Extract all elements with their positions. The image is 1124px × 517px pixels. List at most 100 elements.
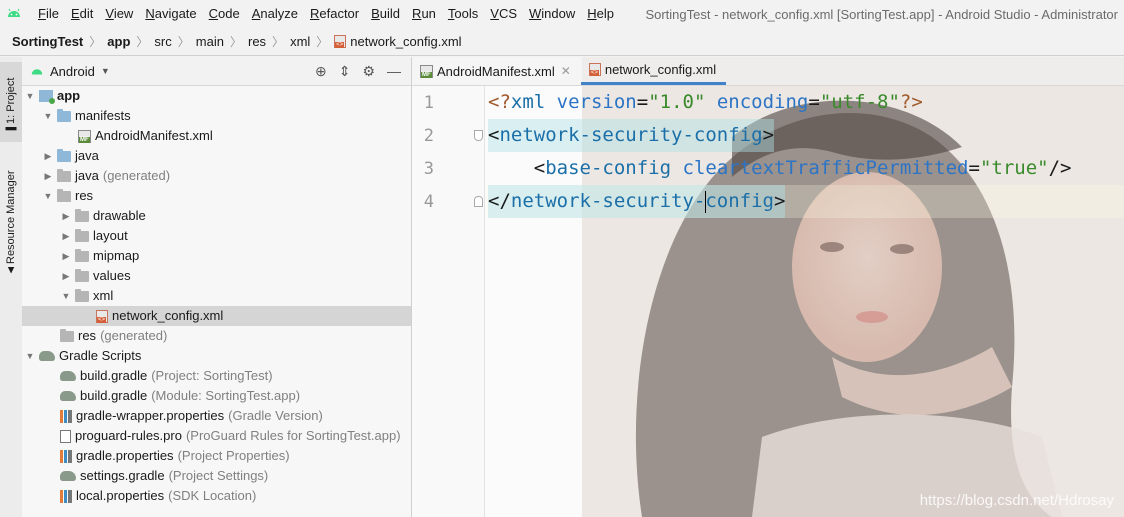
code-token: version bbox=[556, 91, 637, 113]
folder-icon bbox=[75, 248, 89, 262]
collapse-all-icon[interactable]: ⇕ bbox=[339, 63, 351, 80]
expanded-arrow-icon[interactable]: ▼ bbox=[42, 106, 54, 126]
tree-label: local.properties bbox=[76, 488, 165, 503]
tree-item-res-generated[interactable]: res (generated) bbox=[22, 326, 411, 346]
menu-window[interactable]: Window bbox=[523, 0, 581, 28]
tree-label: res bbox=[75, 188, 94, 203]
menu-build[interactable]: Build bbox=[365, 0, 406, 28]
manifest-file-icon bbox=[78, 129, 91, 143]
android-studio-icon bbox=[8, 8, 20, 17]
tree-label: mipmap bbox=[93, 248, 140, 263]
tree-label: network_config.xml bbox=[112, 308, 224, 323]
collapsed-arrow-icon[interactable]: ▶ bbox=[42, 166, 54, 186]
breadcrumb-separator-icon: 〉 bbox=[272, 35, 285, 49]
project-panel: Android ▼ ⊕ ⇕ ⚙ — ▼ app ▼ manifests Andr… bbox=[22, 57, 412, 517]
gradle-icon bbox=[39, 351, 55, 361]
minimize-icon[interactable]: — bbox=[387, 63, 401, 79]
collapsed-arrow-icon[interactable]: ▶ bbox=[60, 246, 72, 266]
menu-code[interactable]: Code bbox=[203, 0, 246, 28]
expanded-arrow-icon[interactable]: ▼ bbox=[60, 286, 72, 306]
menu-run[interactable]: Run bbox=[406, 0, 442, 28]
tree-item-gradle-file[interactable]: gradle.properties (Project Properties) bbox=[22, 446, 411, 466]
menu-refactor[interactable]: Refactor bbox=[304, 0, 365, 28]
breadcrumb-main[interactable]: main bbox=[196, 34, 224, 49]
breadcrumb-res[interactable]: res bbox=[248, 34, 266, 49]
tree-item-xml[interactable]: ▼ xml bbox=[22, 286, 411, 306]
collapsed-arrow-icon[interactable]: ▶ bbox=[60, 206, 72, 226]
breadcrumb-src[interactable]: src bbox=[154, 34, 171, 49]
breadcrumb-xml[interactable]: xml bbox=[290, 34, 310, 49]
menu-bar: File Edit View Navigate Code Analyze Ref… bbox=[32, 0, 620, 28]
tab-project-tool-window[interactable]: ▬ 1: Project bbox=[0, 62, 22, 142]
tree-item-values[interactable]: ▶ values bbox=[22, 266, 411, 286]
chevron-down-icon[interactable]: ▼ bbox=[101, 66, 110, 76]
tab-android-manifest[interactable]: AndroidManifest.xml ✕ bbox=[412, 57, 581, 85]
tab-resource-manager[interactable]: ▲ Resource Manager bbox=[0, 152, 22, 282]
breadcrumb-project[interactable]: SortingTest bbox=[12, 34, 83, 49]
code-token: cleartextTrafficPermitted bbox=[682, 157, 969, 179]
tree-label: drawable bbox=[93, 208, 146, 223]
tree-hint: (Module: SortingTest.app) bbox=[151, 388, 301, 403]
code-token: "utf-8" bbox=[819, 91, 900, 113]
tree-item-gradle-file[interactable]: build.gradle (Module: SortingTest.app) bbox=[22, 386, 411, 406]
tree-item-gradle-file[interactable]: proguard-rules.pro (ProGuard Rules for S… bbox=[22, 426, 411, 446]
tree-label: Gradle Scripts bbox=[59, 348, 142, 363]
code-token: <? bbox=[488, 91, 511, 113]
tree-item-res[interactable]: ▼ res bbox=[22, 186, 411, 206]
tree-label: app bbox=[57, 88, 81, 103]
tree-item-gradle-file[interactable]: gradle-wrapper.properties (Gradle Versio… bbox=[22, 406, 411, 426]
menu-tools[interactable]: Tools bbox=[442, 0, 484, 28]
expanded-arrow-icon[interactable]: ▼ bbox=[42, 186, 54, 206]
gear-icon[interactable]: ⚙ bbox=[362, 63, 375, 80]
menu-navigate[interactable]: Navigate bbox=[139, 0, 202, 28]
menu-file[interactable]: File bbox=[32, 0, 65, 28]
menu-view[interactable]: View bbox=[99, 0, 139, 28]
menu-help[interactable]: Help bbox=[581, 0, 620, 28]
tree-label: layout bbox=[93, 228, 128, 243]
expanded-arrow-icon[interactable]: ▼ bbox=[24, 86, 36, 106]
tree-item-layout[interactable]: ▶ layout bbox=[22, 226, 411, 246]
menu-vcs[interactable]: VCS bbox=[484, 0, 523, 28]
tree-item-gradle-file[interactable]: build.gradle (Project: SortingTest) bbox=[22, 366, 411, 386]
code-token: xml bbox=[510, 91, 546, 113]
expanded-arrow-icon[interactable]: ▼ bbox=[24, 346, 36, 366]
resource-manager-icon: ▲ bbox=[5, 264, 17, 276]
breadcrumb-file[interactable]: network_config.xml bbox=[334, 34, 462, 49]
breadcrumb-separator-icon: 〉 bbox=[316, 35, 329, 49]
tree-item-gradle-file[interactable]: local.properties (SDK Location) bbox=[22, 486, 411, 506]
line-number: 4 bbox=[423, 192, 434, 212]
collapsed-arrow-icon[interactable]: ▶ bbox=[60, 226, 72, 246]
tree-label: java bbox=[75, 148, 99, 163]
breadcrumb-module[interactable]: app bbox=[107, 34, 130, 49]
menu-edit[interactable]: Edit bbox=[65, 0, 99, 28]
tree-item-mipmap[interactable]: ▶ mipmap bbox=[22, 246, 411, 266]
tab-project-label: 1: Project bbox=[5, 77, 17, 124]
tree-item-drawable[interactable]: ▶ drawable bbox=[22, 206, 411, 226]
tree-label: res bbox=[78, 328, 97, 343]
line-number: 2 bbox=[423, 126, 434, 146]
code-token: = bbox=[968, 157, 980, 179]
tree-item-gradle-file[interactable]: settings.gradle (Project Settings) bbox=[22, 466, 411, 486]
fold-icon[interactable] bbox=[474, 196, 483, 207]
tree-label: gradle.properties bbox=[76, 448, 174, 463]
tab-network-config[interactable]: network_config.xml bbox=[580, 57, 727, 85]
locate-icon[interactable]: ⊕ bbox=[315, 63, 327, 80]
fold-icon[interactable] bbox=[474, 130, 483, 141]
tree-item-java-generated[interactable]: ▶ java (generated) bbox=[22, 166, 411, 186]
tree-item-network-config[interactable]: network_config.xml bbox=[22, 306, 411, 326]
gradle-icon bbox=[60, 471, 76, 481]
tree-item-app[interactable]: ▼ app bbox=[22, 86, 411, 106]
code-token: = bbox=[808, 91, 820, 113]
menu-analyze[interactable]: Analyze bbox=[246, 0, 304, 28]
close-icon[interactable]: ✕ bbox=[561, 64, 571, 78]
tree-item-android-manifest[interactable]: AndroidManifest.xml bbox=[22, 126, 411, 146]
tree-item-java[interactable]: ▶ java bbox=[22, 146, 411, 166]
properties-file-icon bbox=[60, 449, 72, 463]
tree-item-manifests[interactable]: ▼ manifests bbox=[22, 106, 411, 126]
tree-label: AndroidManifest.xml bbox=[95, 128, 213, 143]
tree-item-gradle-scripts[interactable]: ▼ Gradle Scripts bbox=[22, 346, 411, 366]
xml-file-icon bbox=[96, 309, 108, 323]
collapsed-arrow-icon[interactable]: ▶ bbox=[42, 146, 54, 166]
collapsed-arrow-icon[interactable]: ▶ bbox=[60, 266, 72, 286]
project-view-selector[interactable]: Android bbox=[50, 64, 95, 79]
